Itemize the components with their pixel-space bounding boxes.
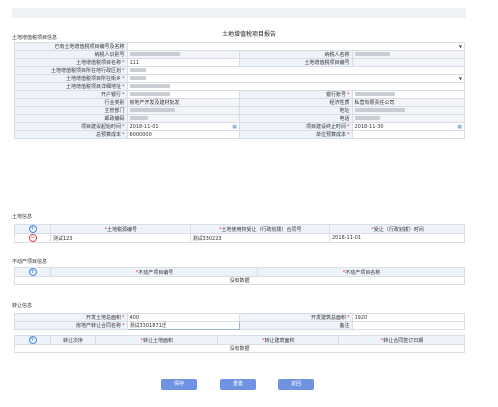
plus-icon: + xyxy=(28,336,37,344)
land-header-id: *土地税源编号 xyxy=(50,224,191,234)
addr-field xyxy=(351,106,465,115)
plus-icon: + xyxy=(28,225,37,233)
phone-field xyxy=(351,114,465,123)
unit-cost-label: 单位预算成本* xyxy=(239,130,353,139)
land-cell-date[interactable]: 2018-11-01 xyxy=(329,233,465,243)
property-table: + *不动产项目编号 *不动产项目名称 没有数据 xyxy=(14,267,465,285)
section-property-info: 不动产项目信息 xyxy=(12,259,48,265)
page-title: 土地增值税项目报告 xyxy=(221,31,276,38)
taxpayer-id-field xyxy=(126,50,240,59)
street-label: 土地增值税项目所在街乡* xyxy=(14,74,128,83)
authority-label: 主管部门 xyxy=(14,106,128,115)
taxpayer-name-field xyxy=(351,50,465,59)
project-name-label: 土地增值税项目名称* xyxy=(14,58,128,67)
unit-cost-input[interactable] xyxy=(351,130,465,139)
back-button[interactable]: 返回 xyxy=(278,379,314,390)
land-header-date: *受让（行政划拨）时间 xyxy=(329,224,465,234)
address-input[interactable] xyxy=(126,82,465,91)
project-no-label: 土地增值税项目编号 xyxy=(239,58,353,67)
add-row-button[interactable]: + xyxy=(14,224,51,234)
transfer-table: + 转让次序 *转让土地面积 *转让建筑面积 *转让合同签订日期 没有数据 xyxy=(14,335,465,353)
empty-state: 没有数据 xyxy=(14,276,465,285)
plus-icon: + xyxy=(28,268,37,276)
street-select[interactable]: ▼ xyxy=(126,74,465,83)
account-input[interactable] xyxy=(351,90,465,99)
reset-button[interactable]: 重置 xyxy=(220,379,256,390)
postcode-field xyxy=(126,114,240,123)
section-transfer-info: 转让信息 xyxy=(12,303,33,309)
land-cell-contract[interactable]: 测试330223 xyxy=(189,233,330,243)
transfer-form: 开发土地总面积* 400 开发建筑总面积* 1920 房地产转让合同名称* 测试… xyxy=(14,313,465,330)
account-label: 银行账号* xyxy=(239,90,353,99)
postcode-label: 邮政编码 xyxy=(14,114,128,123)
chevron-down-icon: ▼ xyxy=(458,44,462,49)
authority-field xyxy=(126,106,240,115)
section-project-info: 土地增值税项目信息 xyxy=(12,35,58,41)
building-area-input[interactable]: 1920 xyxy=(351,313,465,322)
section-land-info: 土地信息 xyxy=(12,214,33,220)
district-label: 土地增值税项目所在地行政区划* xyxy=(14,66,128,75)
chevron-down-icon: ▼ xyxy=(458,75,462,81)
save-button[interactable]: 保存 xyxy=(161,379,197,390)
end-label: 项目建设终止时间* xyxy=(239,122,353,131)
start-label: 项目建设起始时间* xyxy=(14,122,128,131)
building-area-label: 开发建筑总面积* xyxy=(239,313,353,322)
land-header-contract: *土地使用权受让（行政划拨）合同号 xyxy=(189,224,330,234)
land-area-input[interactable]: 400 xyxy=(126,313,240,322)
industry-field: 房地产开发及建材批发 xyxy=(126,98,240,107)
land-area-label: 开发土地总面积* xyxy=(14,313,128,322)
project-no-field xyxy=(351,58,465,67)
start-date-input[interactable]: 2018-11-01 ▦ xyxy=(126,122,240,131)
existing-project-select[interactable]: ▼ xyxy=(126,42,465,51)
end-date-input[interactable]: 2018-11-30 ▦ xyxy=(351,122,465,131)
total-cost-label: 总预算成本* xyxy=(14,130,128,139)
calendar-icon[interactable]: ▦ xyxy=(457,124,462,130)
empty-state: 没有数据 xyxy=(14,344,465,353)
remark-input[interactable] xyxy=(351,321,465,330)
calendar-icon[interactable]: ▦ xyxy=(232,124,237,130)
total-cost-input[interactable]: 6000000 xyxy=(126,130,240,139)
industry-label: 行业类别 xyxy=(14,98,128,107)
addr-label: 地址 xyxy=(239,106,353,115)
land-table: + *土地税源编号 *土地使用权受让（行政划拨）合同号 *受让（行政划拨）时间 … xyxy=(14,224,465,243)
bank-label: 开户银行* xyxy=(14,90,128,99)
property-header-name: *不动产项目名称 xyxy=(257,267,465,277)
contract-label: 房地产转让合同名称* xyxy=(14,321,128,330)
minus-icon: − xyxy=(28,234,37,242)
project-name-input[interactable]: 111 xyxy=(126,58,240,67)
transfer-header-building: *转让建筑面积 xyxy=(216,335,339,345)
land-cell-id[interactable]: 测试123 xyxy=(50,233,191,243)
add-property-button[interactable]: + xyxy=(14,267,51,277)
remove-row-button[interactable]: − xyxy=(14,233,51,243)
top-toolbar xyxy=(12,8,466,18)
transfer-header-date: *转让合同签订日期 xyxy=(338,335,465,345)
property-header-id: *不动产项目编号 xyxy=(50,267,258,277)
taxpayer-id-label: 纳税人识别号 xyxy=(14,50,128,59)
add-transfer-button[interactable]: + xyxy=(14,335,51,345)
project-form: 已有土地增值税项目编号及名称 ▼ 纳税人识别号 纳税人名称 土地增值税项目名称*… xyxy=(14,42,465,139)
existing-project-label: 已有土地增值税项目编号及名称 xyxy=(14,42,128,51)
transfer-header-land: *转让土地面积 xyxy=(95,335,218,345)
bank-input[interactable] xyxy=(126,90,240,99)
address-label: 土地增值税项目详细地址* xyxy=(14,82,128,91)
transfer-header-order: 转让次序 xyxy=(50,335,96,345)
remark-label: 备注 xyxy=(239,321,353,330)
economy-field: 私营有限责任公司 xyxy=(351,98,465,107)
contract-input[interactable]: 测试3301871迁 xyxy=(126,321,240,330)
economy-label: 经济性质 xyxy=(239,98,353,107)
phone-label: 电话 xyxy=(239,114,353,123)
taxpayer-name-label: 纳税人名称 xyxy=(239,50,353,59)
district-select[interactable] xyxy=(126,66,465,75)
